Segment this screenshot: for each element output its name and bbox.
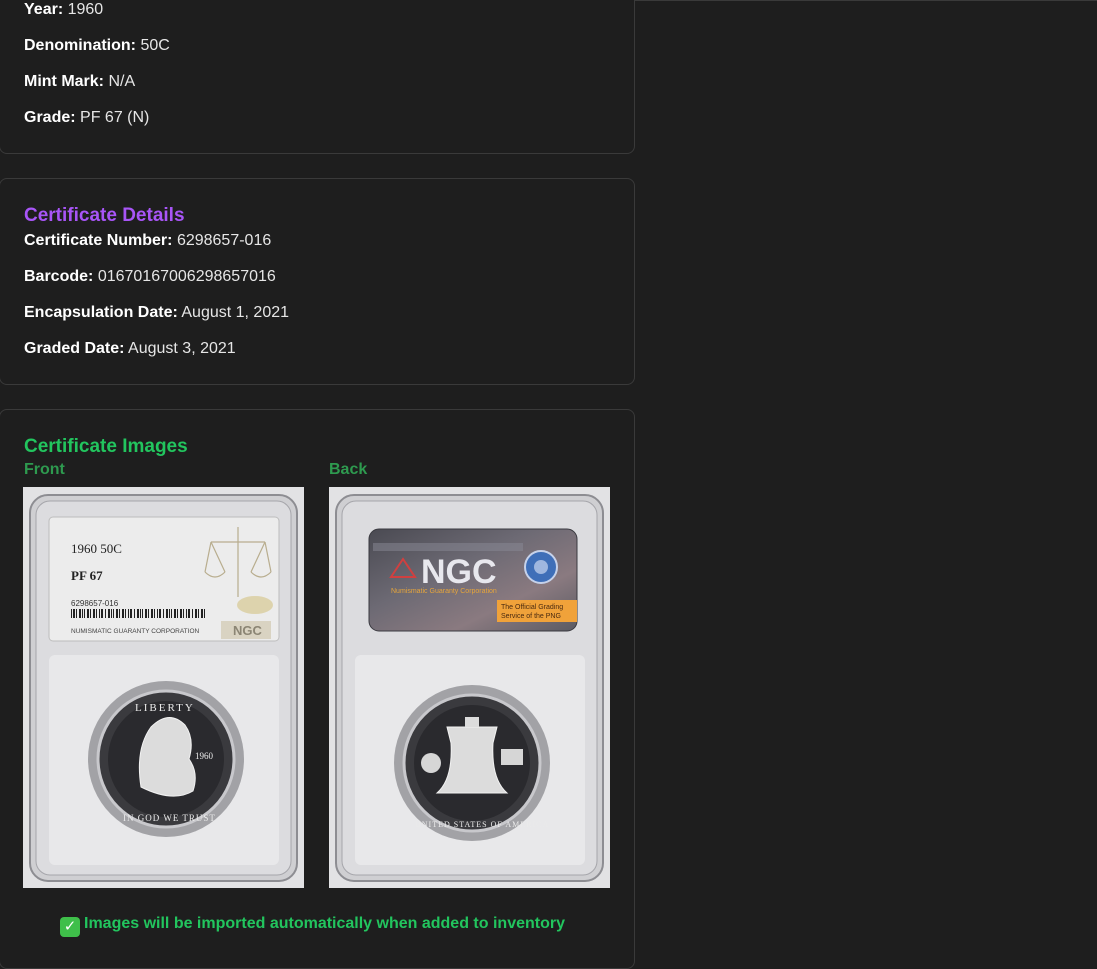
denomination-label: Denomination: <box>24 37 136 54</box>
front-year-denom: 1960 50C <box>71 541 122 556</box>
certificate-number-value: 6298657-016 <box>176 232 272 249</box>
certificate-details-title: Certificate Details <box>24 205 185 226</box>
year-label: Year: <box>24 1 64 18</box>
denomination-row: Denomination: 50C <box>24 36 170 56</box>
import-notice-text: Images will be imported automatically wh… <box>84 915 565 932</box>
back-corp-name: Numismatic Guaranty Corporation <box>391 588 497 595</box>
front-coin-date: 1960 <box>195 751 214 761</box>
graded-date-value: August 3, 2021 <box>128 340 236 357</box>
back-tagline-2: Service of the PNG <box>501 613 561 620</box>
back-ngc-logo: NGC <box>421 553 497 591</box>
back-legend: UNITED STATES OF AMERICA <box>415 820 549 829</box>
front-label: Front <box>24 461 65 478</box>
certificate-number-label: Certificate Number: <box>24 232 173 249</box>
front-corp-name: NUMISMATIC GUARANTY CORPORATION <box>71 628 200 635</box>
back-label: Back <box>329 461 368 478</box>
back-slab-image[interactable]: NGC Numismatic Guaranty Corporation The … <box>329 487 610 888</box>
certificate-number-row: Certificate Number: 6298657-016 <box>24 231 271 251</box>
front-legend-liberty: LIBERTY <box>135 702 195 714</box>
mint-mark-row: Mint Mark: N/A <box>24 72 135 92</box>
front-grade: PF 67 <box>71 568 103 583</box>
year-row: Year: 1960 <box>24 0 103 20</box>
graded-date-row: Graded Date: August 3, 2021 <box>24 339 236 359</box>
encapsulation-date-row: Encapsulation Date: August 1, 2021 <box>24 303 289 323</box>
mint-mark-label: Mint Mark: <box>24 73 104 90</box>
encapsulation-date-label: Encapsulation Date: <box>24 304 178 321</box>
front-ngc-logo: NGC <box>233 623 263 638</box>
mint-mark-value: N/A <box>108 73 136 90</box>
barcode-value: 01670167006298657016 <box>97 268 276 285</box>
denomination-value: 50C <box>140 37 170 54</box>
grade-value: PF 67 (N) <box>80 109 150 126</box>
front-slab-image[interactable]: 1960 50C PF 67 6298657-016 NUMISMATIC GU… <box>23 487 304 888</box>
grade-label: Grade: <box>24 109 76 126</box>
barcode-row: Barcode: 01670167006298657016 <box>24 267 276 287</box>
graded-date-label: Graded Date: <box>24 340 125 357</box>
check-mark-icon: ✓ <box>60 917 80 937</box>
encapsulation-date-value: August 1, 2021 <box>181 304 290 321</box>
front-legend-motto: IN GOD WE TRUST <box>123 813 216 823</box>
back-tagline-1: The Official Grading <box>501 604 563 611</box>
barcode-label: Barcode: <box>24 268 94 285</box>
year-value: 1960 <box>67 1 104 18</box>
grade-row: Grade: PF 67 (N) <box>24 108 149 128</box>
certificate-images-title: Certificate Images <box>24 436 188 457</box>
front-cert-number: 6298657-016 <box>71 599 119 608</box>
import-notice: ✓ Images will be imported automatically w… <box>60 913 565 937</box>
